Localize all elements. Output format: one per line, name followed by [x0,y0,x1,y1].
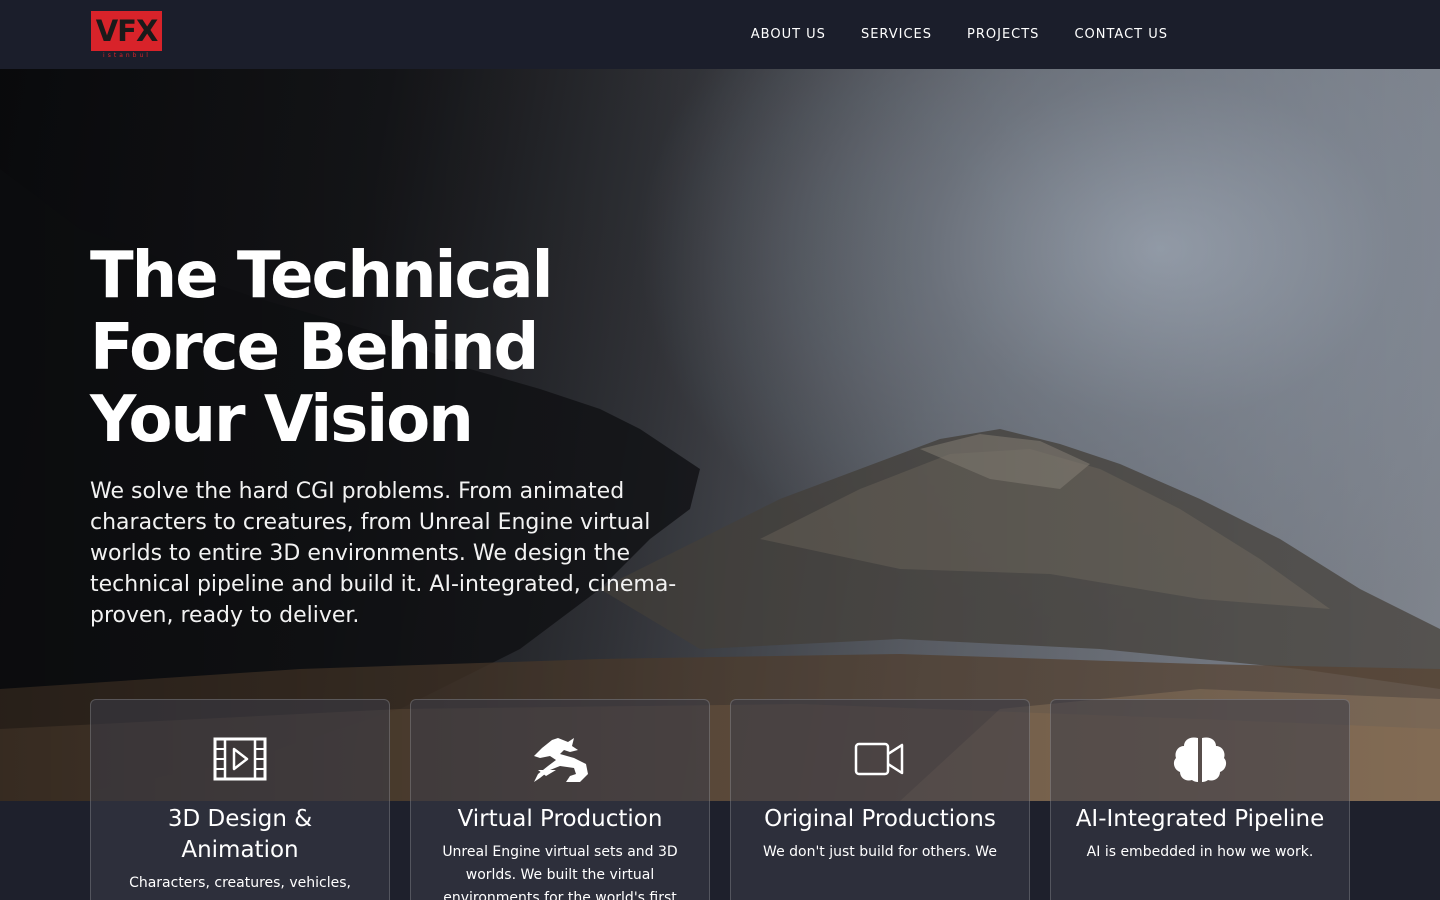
dragon-icon [534,738,588,782]
card-text: Unreal Engine virtual sets and 3D worlds… [442,844,678,900]
card-text: We don't just build for others. We [763,844,997,860]
logo-text: VFX [95,13,159,48]
nav-contact-us[interactable]: CONTACT US [1074,27,1168,42]
card-virtual-production[interactable]: Virtual Production Unreal Engine virtual… [410,699,710,900]
card-title: 3D Design & Animation [167,806,313,863]
vfx-logo[interactable]: VFX istanbul [91,11,163,59]
service-cards: 3D Design & Animation Characters, creatu… [90,699,1350,900]
hero-title: The Technical Force Behind Your Vision [90,240,710,456]
film-play-icon [213,737,267,781]
top-navbar: VFX istanbul ABOUT US SERVICES PROJECTS … [0,0,1440,69]
card-text: AI is embedded in how we work. [1086,844,1314,860]
logo-subtitle: istanbul [103,52,151,59]
nav-projects[interactable]: PROJECTS [967,27,1039,42]
card-title: Virtual Production [457,806,663,832]
brain-icon [1173,737,1227,782]
card-original-productions[interactable]: Original Productions We don't just build… [730,699,1030,900]
logo-mark: VFX [91,11,162,51]
hero-title-line-1: The Technical [90,239,554,313]
hero-title-line-2: Force Behind [90,311,539,385]
nav-about-us[interactable]: ABOUT US [751,27,826,42]
card-text: Characters, creatures, vehicles, [129,875,351,891]
hero-title-line-3: Your Vision [90,383,474,457]
nav-services[interactable]: SERVICES [861,27,932,42]
hero-description: We solve the hard CGI problems. From ani… [90,479,677,628]
main-menu: ABOUT US SERVICES PROJECTS CONTACT US [751,0,1168,69]
card-title: Original Productions [764,806,996,832]
card-ai-pipeline[interactable]: AI-Integrated Pipeline AI is embedded in… [1050,699,1350,900]
card-3d-design[interactable]: 3D Design & Animation Characters, creatu… [90,699,390,900]
video-camera-icon [854,742,904,776]
card-title: AI-Integrated Pipeline [1075,806,1325,832]
